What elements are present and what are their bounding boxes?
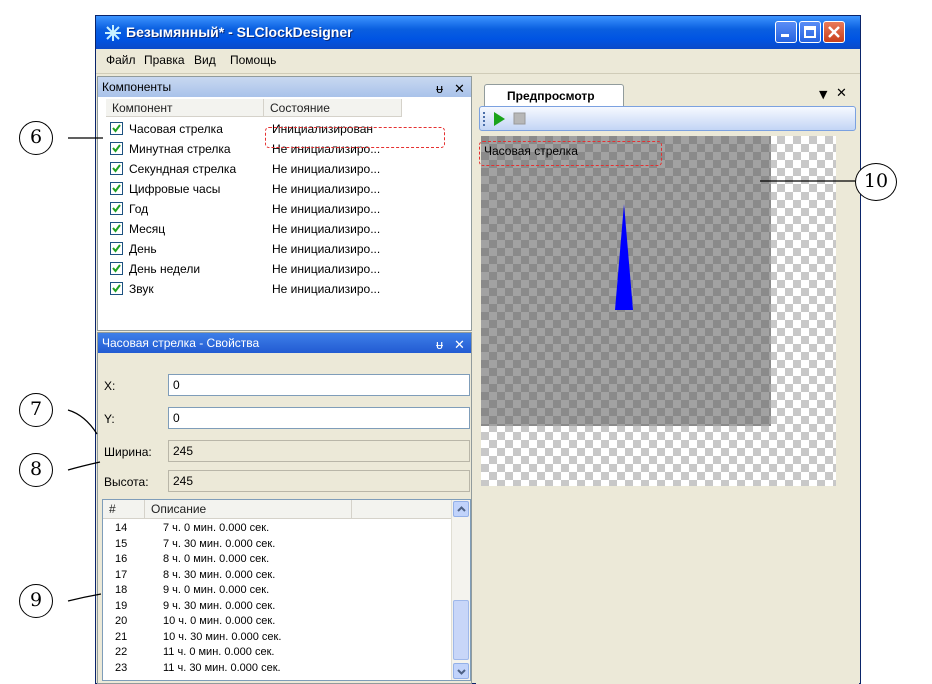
callout-8: 8 [19,453,53,487]
callout-9: 9 [19,584,53,618]
callout-lines [67,137,855,602]
callout-7: 7 [19,393,53,427]
callout-10: 10 [855,163,897,201]
callout-6: 6 [19,121,53,155]
